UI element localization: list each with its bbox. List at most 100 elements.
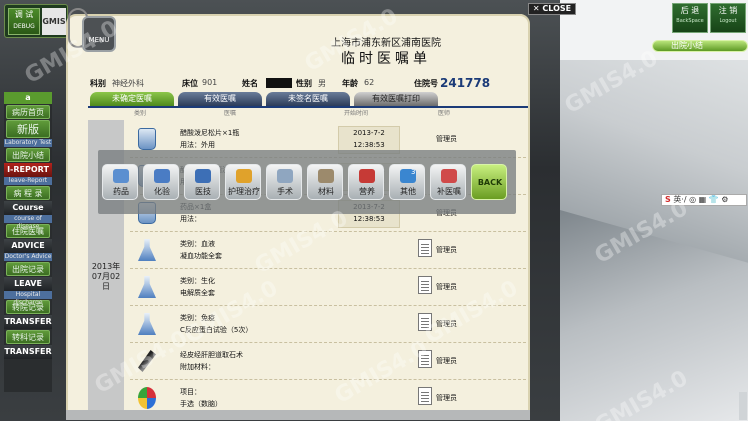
menu-button[interactable]: MENU: [82, 16, 116, 52]
tab-unconfirmed[interactable]: 未确定医嘱: [90, 92, 174, 106]
order-title: 项目：: [180, 388, 201, 396]
sidebar-item[interactable]: 转科记录: [6, 330, 50, 344]
column-headers: 类别 医嘱 开始时间 医师: [134, 110, 451, 117]
hospital-name: 上海市浦东新区浦南医院: [331, 38, 441, 49]
order-title: 醋酸泼尼松片×1瓶: [180, 129, 240, 137]
document-icon[interactable]: [418, 276, 432, 294]
order-date: 2013年 07月02日: [91, 262, 121, 291]
tool-label: 补医嘱: [437, 187, 461, 196]
sidebar-item[interactable]: 出院记录: [6, 262, 50, 276]
sidebar-item[interactable]: 病 程 录: [6, 186, 50, 200]
sidebar-subtitle: course of disease: [4, 215, 52, 230]
toolbar-badge: 3: [411, 168, 416, 176]
pinwheel-icon: [138, 387, 156, 409]
sidebar-subtitle: Laboratory Test: [4, 139, 52, 147]
patient-info: 科别 神经外科 床位 901 姓名 性别 男 年龄 62 住院号 241778: [90, 76, 491, 90]
right-background-panel: [560, 0, 748, 421]
order-detail: 用法：外用: [180, 141, 215, 149]
tool-icon: [154, 169, 170, 183]
order-detail: 电解质全套: [180, 289, 215, 297]
order-doctor: 管理员: [436, 320, 457, 328]
discharge-summary-pill[interactable]: 出院小结: [652, 40, 748, 52]
flask-icon: [138, 276, 156, 298]
order-row[interactable]: 经皮经肝胆道取石术 附加材料： 管理员: [130, 344, 526, 380]
order-title: 经皮经肝胆道取石术: [180, 351, 243, 359]
tab-print[interactable]: 有效医嘱打印: [354, 92, 438, 106]
sidebar-section-title: Course: [4, 201, 52, 215]
order-title: 类别：血液: [180, 240, 215, 248]
sidebar-item[interactable]: 住院医嘱: [6, 224, 50, 238]
order-tabs: 未确定医嘱 有效医嘱 未签名医嘱 有效医嘱打印: [88, 92, 528, 106]
sidebar-subtitle: Hospital discharge: [4, 291, 52, 306]
ime-toolbar[interactable]: S 英·/ ◎ ▦ 👕 ⚙: [661, 194, 747, 206]
tool-label: 药品: [113, 187, 129, 196]
document-icon[interactable]: [418, 313, 432, 331]
order-detail: 凝血功能全套: [180, 252, 222, 260]
document-icon[interactable]: [418, 350, 432, 368]
scalpel-icon: [138, 350, 156, 372]
medical-tech-tool[interactable]: 医技: [184, 164, 220, 200]
flask-icon: [138, 239, 156, 261]
other-tool[interactable]: 其他: [389, 164, 425, 200]
admission-number: 241778: [440, 76, 491, 90]
drug-tool[interactable]: 药品: [102, 164, 138, 200]
order-title: 类别：免疫: [180, 314, 215, 322]
back-tool[interactable]: BACK: [471, 164, 507, 200]
order-title: 类别：生化: [180, 277, 215, 285]
order-doctor: 管理员: [436, 394, 457, 402]
back-button[interactable]: 后 退 BackSpace: [672, 3, 708, 33]
order-sheet: 上海市浦东新区浦南医院 临时医嘱单 科别 神经外科 床位 901 姓名 性别 男…: [66, 14, 530, 414]
bottle-icon: [138, 128, 156, 150]
sidebar-section-title: TRANSFER: [4, 315, 52, 329]
horizontal-scrollbar[interactable]: [66, 410, 530, 420]
order-doctor: 管理员: [436, 357, 457, 365]
material-tool[interactable]: 材料: [307, 164, 343, 200]
vertical-scrollbar[interactable]: [739, 392, 747, 420]
order-row[interactable]: 类别：生化电解质全套 管理员: [130, 270, 526, 306]
tool-icon: [318, 169, 334, 183]
tool-icon: [277, 169, 293, 183]
order-detail: 手选（数脑）: [180, 400, 222, 408]
nursing-tool[interactable]: 护理治疗: [225, 164, 261, 200]
order-doctor: 管理员: [436, 283, 457, 291]
sidebar-item-new[interactable]: 新版: [6, 120, 50, 138]
tool-icon: [113, 169, 129, 183]
lab-test-tool[interactable]: 化验: [143, 164, 179, 200]
order-doctor: 管理员: [436, 135, 457, 143]
order-detail: 用法：: [180, 215, 201, 223]
order-row[interactable]: 类别：免疫 C反应蛋白试验（5次） 管理员: [130, 307, 526, 343]
tool-icon: [359, 169, 375, 183]
order-detail: 附加材料：: [180, 363, 215, 371]
tab-valid[interactable]: 有效医嘱: [178, 92, 262, 106]
sidebar-item[interactable]: 出院小结: [6, 148, 50, 162]
nutrition-tool[interactable]: 营养: [348, 164, 384, 200]
order-detail: C反应蛋白试验（5次）: [180, 326, 253, 334]
tool-label: BACK: [477, 178, 503, 187]
order-row[interactable]: 类别：血液凝血功能全套 管理员: [130, 233, 526, 269]
logout-button[interactable]: 注 销 Logout: [710, 3, 746, 33]
tool-label: 营养: [359, 187, 375, 196]
sidebar-item[interactable]: 病历首页: [6, 105, 50, 119]
debug-button[interactable]: 调 试 DEBUG: [8, 8, 40, 35]
sidebar-head: a: [4, 92, 52, 104]
tool-label: 医技: [195, 187, 211, 196]
tool-label: 化验: [154, 187, 170, 196]
document-icon[interactable]: [418, 239, 432, 257]
close-button[interactable]: ✕ CLOSE: [528, 3, 576, 15]
left-sidebar: a 病历首页 新版 Laboratory Test 出院小结 I-REPORT leave…: [4, 92, 52, 392]
supplement-order-tool[interactable]: 补医嘱: [430, 164, 466, 200]
tool-icon: [441, 169, 457, 183]
tool-icon: [195, 169, 211, 183]
tool-label: 手术: [277, 187, 293, 196]
order-doctor: 管理员: [436, 246, 457, 254]
sidebar-section-title: I-REPORT: [4, 163, 52, 177]
tab-unsigned[interactable]: 未签名医嘱: [266, 92, 350, 106]
surgery-tool[interactable]: 手术: [266, 164, 302, 200]
tool-label: 护理治疗: [228, 187, 260, 196]
patient-name-redacted: [266, 78, 292, 88]
document-icon[interactable]: [418, 387, 432, 405]
sidebar-section-title: TRANSFER: [4, 345, 52, 359]
brand-logo: 调 试 DEBUG GMIS: [4, 4, 68, 38]
sidebar-item[interactable]: 转院记录: [6, 300, 50, 314]
tool-icon: [236, 169, 252, 183]
